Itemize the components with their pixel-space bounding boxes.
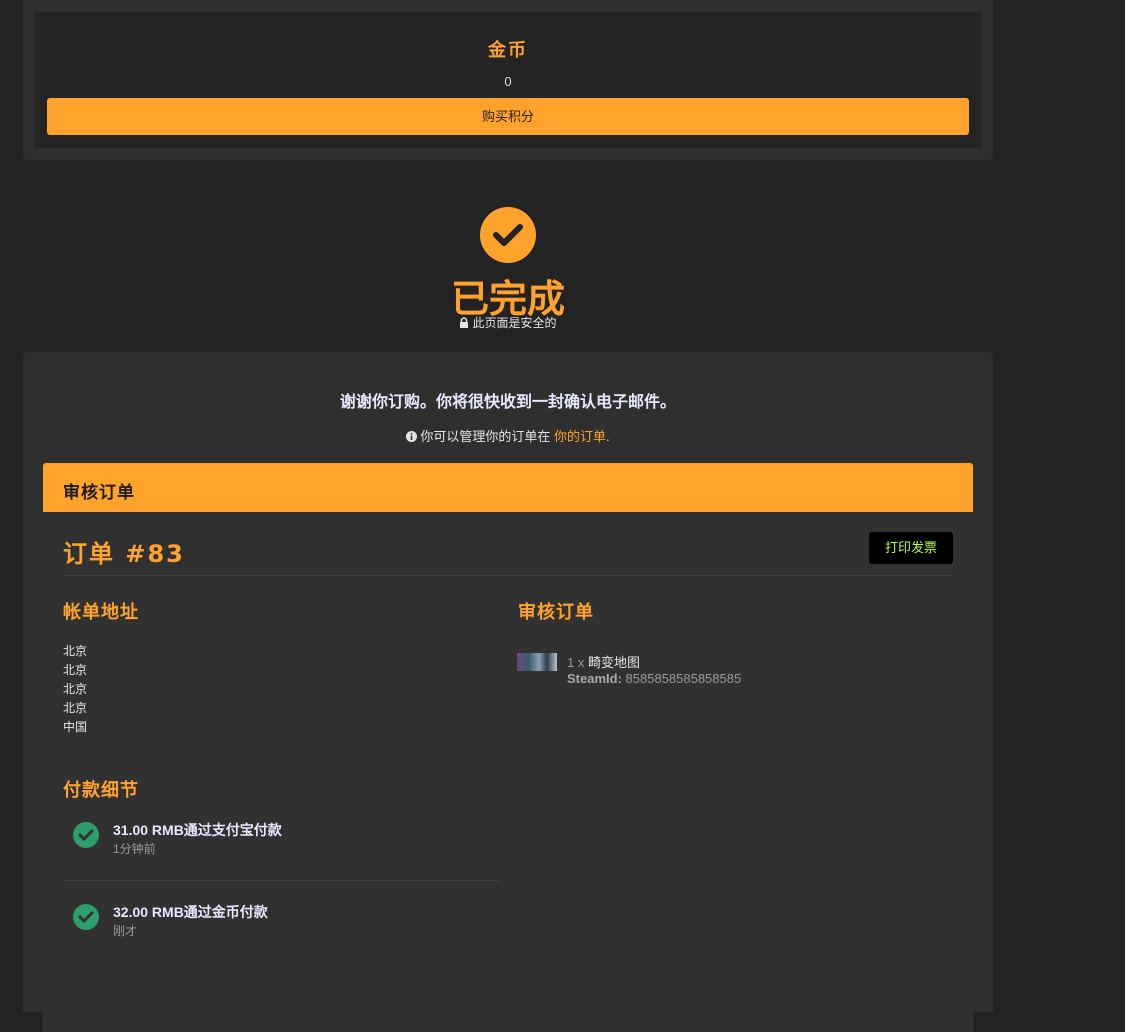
divider <box>63 575 953 576</box>
review-order-title: 审核订单 <box>63 483 135 502</box>
print-invoice-button[interactable]: 打印发票 <box>869 532 953 564</box>
coins-card: 金币 0 购买积分 <box>35 12 981 148</box>
check-circle-icon <box>480 207 536 263</box>
payment-amount: 32.00 RMB通过金币付款 <box>113 904 268 920</box>
secure-note: 此页面是安全的 <box>0 314 1016 331</box>
buy-points-button[interactable]: 购买积分 <box>47 98 969 135</box>
item-name: 畸变地图 <box>587 655 640 670</box>
address-line: 中国 <box>63 720 88 734</box>
coins-panel: 金币 0 购买积分 <box>23 0 993 160</box>
secure-note-text: 此页面是安全的 <box>472 316 557 330</box>
your-orders-link[interactable]: 你的订单 <box>554 429 606 444</box>
manage-orders-note: 你可以管理你的订单在 你的订单. <box>23 426 993 445</box>
item-thumbnail <box>517 653 557 671</box>
coins-value: 0 <box>504 74 512 89</box>
manage-suffix: . <box>606 429 610 444</box>
divider <box>63 880 500 881</box>
billing-address: 北京 北京 北京 北京 中国 <box>63 642 87 737</box>
order-details: 订单 #83 打印发票 帐单地址 北京 北京 北京 北京 中国 审核订单 1 x… <box>43 512 973 1032</box>
order-number: 订单 #83 <box>63 540 185 568</box>
steamid-label: SteamId: <box>567 671 622 686</box>
item-meta: SteamId: 8585858585858585 <box>567 671 741 686</box>
payment-entry: 32.00 RMB通过金币付款 刚才 <box>73 902 503 942</box>
review-order-section-title: 审核订单 <box>518 602 594 622</box>
payment-time: 刚才 <box>113 924 138 938</box>
billing-address-title: 帐单地址 <box>63 602 139 622</box>
payment-details-title: 付款细节 <box>63 780 139 800</box>
manage-prefix: 你可以管理你的订单在 <box>420 429 551 444</box>
check-circle-icon <box>73 904 99 930</box>
thanks-message: 谢谢你订购。你将很快收到一封确认电子邮件。 <box>339 394 676 411</box>
payment-entry: 31.00 RMB通过支付宝付款 1分钟前 <box>73 820 503 860</box>
order-confirmation-panel: 谢谢你订购。你将很快收到一封确认电子邮件。 你可以管理你的订单在 你的订单. 审… <box>23 352 993 1032</box>
payment-amount: 31.00 RMB通过支付宝付款 <box>113 822 282 838</box>
review-order-header: 审核订单 <box>43 463 973 512</box>
coins-title: 金币 <box>488 40 528 60</box>
order-item: 1 x 畸变地图 SteamId: 8585858585858585 <box>517 650 937 690</box>
address-line: 北京 <box>63 682 88 696</box>
payment-time: 1分钟前 <box>113 842 156 856</box>
lock-icon <box>460 317 469 328</box>
info-icon <box>406 431 418 442</box>
steamid-value: 8585858585858585 <box>625 671 742 686</box>
check-circle-icon <box>73 822 99 848</box>
item-quantity: 1 x <box>567 655 585 670</box>
page-gutter <box>993 0 1125 989</box>
address-line: 北京 <box>63 701 88 715</box>
item-title: 1 x 畸变地图 <box>567 652 640 671</box>
address-line: 北京 <box>63 644 88 658</box>
address-line: 北京 <box>63 663 88 677</box>
